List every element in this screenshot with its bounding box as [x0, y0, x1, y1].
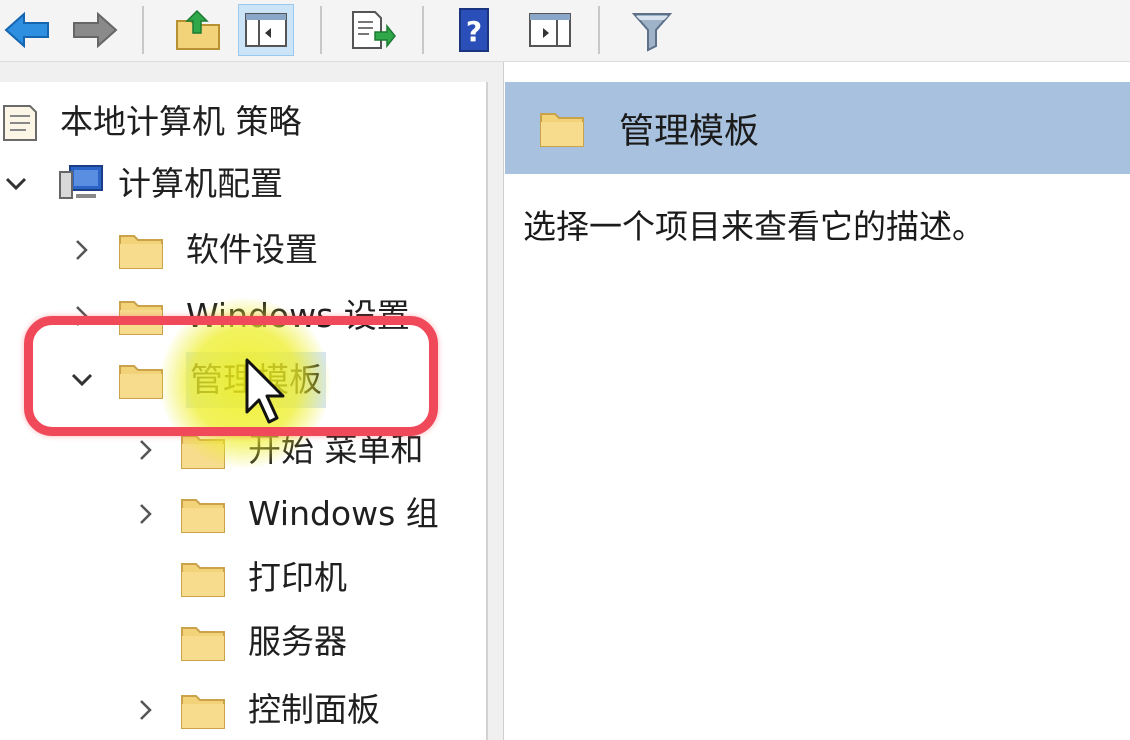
computer-icon [59, 165, 103, 199]
expand-toggle[interactable] [130, 682, 162, 738]
details-pane: 管理模板 选择一个项目来查看它的描述。 [505, 82, 1130, 740]
chevron-right-icon [140, 504, 152, 524]
expand-toggle[interactable] [66, 352, 98, 408]
expand-toggle[interactable] [130, 422, 162, 478]
forward-button[interactable] [66, 4, 122, 56]
tree-pane-header [0, 62, 488, 82]
expand-toggle[interactable] [66, 288, 98, 344]
show-hide-tree-button[interactable] [238, 4, 294, 56]
filter-button[interactable] [624, 4, 680, 56]
toolbar: ? [0, 0, 1130, 62]
folder-icon [181, 563, 225, 597]
folder-icon [181, 435, 225, 469]
chevron-down-icon [5, 177, 27, 191]
help-button[interactable]: ? [446, 4, 502, 56]
console-tree-icon [245, 13, 287, 47]
tree-node-windows-components[interactable]: Windows 组 [130, 486, 439, 542]
chevron-right-icon [140, 700, 152, 720]
svg-text:?: ? [466, 15, 482, 48]
folder-up-icon [176, 9, 220, 50]
tree-node-label: 打印机 [248, 558, 347, 597]
tree-node-windows-settings[interactable]: Windows 设置 [66, 288, 410, 344]
tree-node-label: 本地计算机 策略 [60, 102, 302, 141]
chevron-down-icon [71, 373, 93, 387]
back-button[interactable] [0, 4, 56, 56]
tree-node-administrative-templates[interactable]: 管理模板 [66, 352, 326, 408]
export-list-icon [352, 11, 396, 49]
action-pane-icon [529, 13, 571, 47]
pane-splitter[interactable] [488, 62, 504, 740]
expand-toggle[interactable] [130, 486, 162, 542]
tree-node-software-settings[interactable]: 软件设置 [66, 222, 318, 278]
tree-node-local-computer-policy[interactable]: 本地计算机 策略 [0, 94, 302, 150]
export-list-button[interactable] [344, 4, 400, 56]
tree-node-servers[interactable]: 服务器 [180, 614, 347, 670]
toolbar-separator [422, 6, 424, 54]
folder-icon [119, 301, 163, 335]
tree-node-computer-configuration[interactable]: 计算机配置 [0, 156, 283, 212]
details-header: 管理模板 [505, 82, 1130, 174]
tree-node-label: Windows 设置 [186, 296, 410, 335]
tree-node-printers[interactable]: 打印机 [180, 550, 347, 606]
details-title: 管理模板 [619, 111, 760, 152]
tree-node-label: 管理模板 [186, 352, 326, 408]
group-policy-editor: ? 本地计算机 策略 计算机配置 软件设置 Windows 设置 管理模板 开始… [0, 0, 1130, 740]
show-hide-action-pane-button[interactable] [522, 4, 578, 56]
tree-node-start-menu-taskbar[interactable]: 开始 菜单和 [130, 422, 424, 478]
filter-icon [631, 13, 673, 52]
folder-icon [119, 235, 163, 269]
up-folder-button[interactable] [170, 4, 226, 56]
tree-node-control-panel[interactable]: 控制面板 [130, 682, 380, 738]
folder-icon [181, 627, 225, 661]
toolbar-separator [142, 6, 144, 54]
tree-node-label: 服务器 [248, 622, 347, 661]
folder-icon [181, 499, 225, 533]
expand-toggle[interactable] [66, 222, 98, 278]
tree-node-label: 开始 菜单和 [248, 430, 424, 469]
arrow-left-icon [4, 11, 49, 49]
expand-toggle[interactable] [0, 156, 32, 212]
toolbar-separator [320, 6, 322, 54]
tree-node-label: Windows 组 [248, 494, 439, 533]
policy-scroll-icon [3, 105, 37, 141]
toolbar-separator [598, 6, 600, 54]
tree-node-label: 计算机配置 [118, 164, 283, 203]
folder-icon [540, 113, 584, 147]
folder-icon [181, 695, 225, 729]
details-description: 选择一个项目来查看它的描述。 [523, 207, 985, 246]
tree-node-label: 软件设置 [186, 230, 318, 269]
console-tree: 本地计算机 策略 计算机配置 软件设置 Windows 设置 管理模板 开始 菜… [0, 82, 488, 740]
chevron-right-icon [76, 240, 88, 260]
folder-icon [119, 365, 163, 399]
help-icon: ? [459, 8, 489, 52]
chevron-right-icon [140, 440, 152, 460]
arrow-right-icon [73, 11, 118, 49]
tree-node-label: 控制面板 [248, 690, 380, 729]
chevron-right-icon [76, 306, 88, 326]
